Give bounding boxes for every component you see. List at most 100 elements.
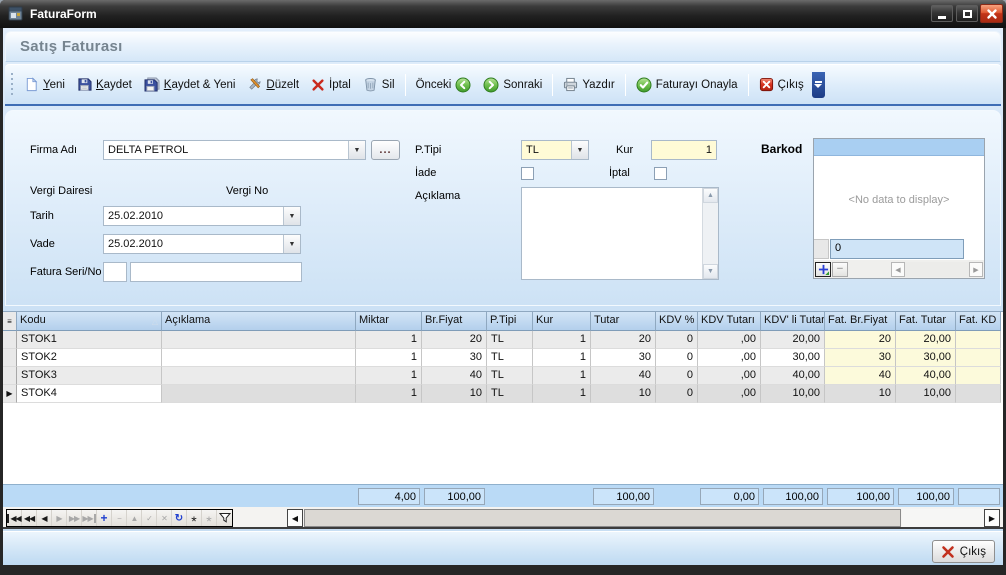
cikis-toolbar-button[interactable]: Çıkış [753,74,810,95]
nav-delete-button[interactable]: − [112,510,127,526]
scroll-down-icon[interactable]: ▼ [703,264,718,279]
column-header-fat-br-fiyat[interactable]: Fat. Br.Fiyat [825,312,896,331]
barkod-hscrollbar[interactable]: ◀ ▶ [891,262,983,277]
maximize-button[interactable] [956,5,978,22]
next-circle-icon [483,77,499,93]
chevron-down-icon[interactable]: ▼ [348,141,365,159]
chevron-down-icon[interactable]: ▼ [571,141,588,159]
nav-prev-button[interactable]: ◀ [37,510,52,526]
titlebar[interactable]: FaturaForm [0,0,1006,28]
nav-last-button[interactable]: ▶▶ [82,510,97,526]
column-header-kdv-tutari[interactable]: KDV Tutarı [698,312,761,331]
minimize-button[interactable] [931,5,953,22]
faturayi-onayla-button[interactable]: Faturayı Onayla [630,74,744,96]
hscroll-track[interactable] [902,509,984,527]
grid-summary-footer: 4,00 100,00 100,00 0,00 100,00 100,00 10… [3,484,1003,507]
fatura-seri-input[interactable] [103,262,127,282]
summary-fat-tutar: 100,00 [898,488,954,505]
toolbar-overflow-button[interactable] [812,72,825,98]
firma-browse-button[interactable]: ... [371,140,400,160]
main-toolbar: Yeni Kaydet Kaydet & Yeni Düzelt İptal S [5,64,1001,106]
new-document-icon [24,77,39,92]
print-icon [563,77,578,92]
kaydet-button[interactable]: Kaydet [71,74,138,95]
yeni-button[interactable]: Yeni [18,74,71,95]
nav-next-button[interactable]: ▶ [52,510,67,526]
chevron-down-icon[interactable]: ▼ [283,235,300,253]
yazdir-button[interactable]: Yazdır [557,74,620,95]
close-button[interactable] [980,4,1003,23]
toolbar-separator [748,74,749,96]
aciklama-scrollbar[interactable]: ▲ ▼ [702,188,718,279]
nav-filter-button[interactable] [217,510,232,526]
nav-prev-page-button[interactable]: ◀◀ [22,510,37,526]
hscroll-left-button[interactable]: ◀ [287,509,303,527]
onceki-button[interactable]: Önceki [410,74,478,96]
summary-fat-kdv [958,488,1000,505]
barkod-add-button[interactable] [815,262,831,277]
chevron-down-icon[interactable]: ▼ [283,207,300,225]
edit-tools-icon [247,77,262,92]
approve-check-icon [636,77,652,93]
toolbar-separator [405,74,406,96]
firma-adi-combobox[interactable]: DELTA PETROL ▼ [103,140,366,160]
barkod-remove-button[interactable]: − [832,262,848,277]
nav-post-button[interactable]: ✓ [142,510,157,526]
form-content: Satış Faturası Yeni Kaydet Kaydet & Yeni… [3,28,1003,565]
scroll-right-icon[interactable]: ▶ [969,262,983,277]
scroll-left-icon[interactable]: ◀ [891,262,905,277]
iptal-checkbox[interactable] [654,167,667,180]
hscroll-right-button[interactable]: ▶ [984,509,1000,527]
vade-datepicker[interactable]: 25.02.2010 ▼ [103,234,301,254]
sil-button[interactable]: Sil [357,74,401,95]
column-header-fat-tutar[interactable]: Fat. Tutar [896,312,956,331]
column-header-p-tipi[interactable]: P.Tipi [487,312,533,331]
bottom-bar: Çıkış [3,531,1003,565]
column-header-br-fiyat[interactable]: Br.Fiyat [422,312,487,331]
tarih-datepicker[interactable]: 25.02.2010 ▼ [103,206,301,226]
column-header-kdv-yuzde[interactable]: KDV % [656,312,698,331]
nav-next-page-button[interactable]: ▶▶ [67,510,82,526]
summary-tutar: 100,00 [593,488,654,505]
grid-row-stok4-focused[interactable]: ▶ STOK4 1 10 TL 1 10 0 ,00 10,00 10 10,0… [3,385,1003,403]
column-header-miktar[interactable]: Miktar [356,312,422,331]
grid-empty-area[interactable] [3,403,1003,484]
toolbar-grip[interactable] [11,73,13,97]
kaydet-yeni-button[interactable]: Kaydet & Yeni [138,74,242,95]
iptal-button[interactable]: İptal [305,75,357,95]
nav-first-button[interactable]: ◀◀ [7,510,22,526]
p-tipi-combobox[interactable]: TL ▼ [521,140,589,160]
nav-edit-button[interactable]: ▲ [127,510,142,526]
scroll-up-icon[interactable]: ▲ [703,188,718,203]
column-header-kdvli-tutar[interactable]: KDV' li Tutar [761,312,825,331]
iade-checkbox[interactable] [521,167,534,180]
aciklama-textarea[interactable]: ▲ ▼ [521,187,719,280]
column-header-fat-kdv[interactable]: Fat. KD [956,312,1001,331]
hscroll-thumb[interactable] [304,509,901,527]
grid-row-stok3[interactable]: STOK3 1 40 TL 1 40 0 ,00 40,00 40 40,00 [3,367,1003,385]
kur-input[interactable]: 1 [651,140,717,160]
grid-row-stok2[interactable]: STOK2 1 30 TL 1 30 0 ,00 30,00 30 30,00 [3,349,1003,367]
nav-bookmark-button[interactable]: * [187,510,202,526]
nav-refresh-button[interactable]: ↻ [172,510,187,526]
column-header-tutar[interactable]: Tutar [591,312,656,331]
sonraki-button[interactable]: Sonraki [477,74,548,96]
nav-cancel-button[interactable]: ✕ [157,510,172,526]
nav-append-button[interactable]: + [97,510,112,526]
nav-goto-bookmark-button[interactable]: * [202,510,217,526]
column-header-kodu[interactable]: Kodu△ [17,312,162,331]
exit-button[interactable]: Çıkış [932,540,995,563]
grid-customize-icon[interactable]: ≡ [3,312,17,331]
grid-header-row: ≡ Kodu△ Açıklama Miktar Br.Fiyat P.Tipi … [3,312,1003,331]
plus-icon [818,264,829,275]
column-header-kur[interactable]: Kur [533,312,591,331]
fatura-no-input[interactable] [130,262,302,282]
barkod-editor-input[interactable]: 0 [830,239,964,259]
overflow-dash-icon [815,81,822,83]
barkod-grid-header[interactable] [814,139,984,156]
exit-button-label: Çıkış [960,546,986,558]
grid-row-stok1[interactable]: STOK1 1 20 TL 1 20 0 ,00 20,00 20 20,00 [3,331,1003,349]
column-header-aciklama[interactable]: Açıklama [162,312,356,331]
duzelt-button[interactable]: Düzelt [241,74,305,95]
page-title: Satış Faturası [20,38,123,55]
